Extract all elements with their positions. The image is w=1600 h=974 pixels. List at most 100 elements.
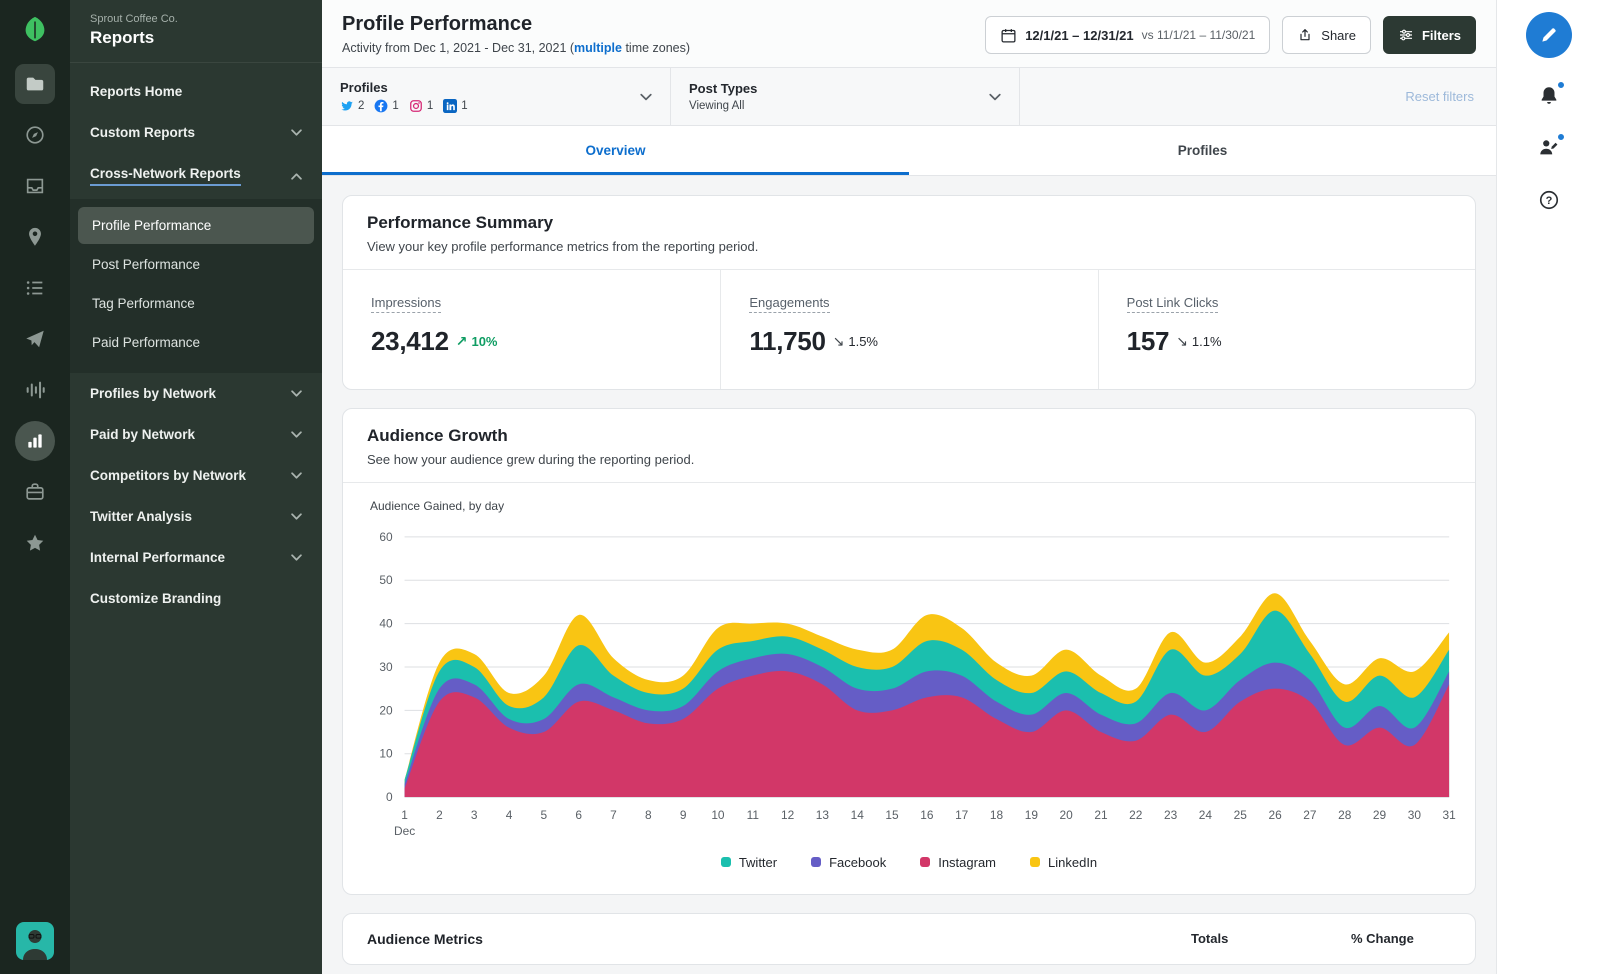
chevron-down-icon [291,513,302,520]
svg-text:50: 50 [379,573,393,587]
sidebar-item-profile-performance[interactable]: Profile Performance [78,207,314,244]
tab-profiles[interactable]: Profiles [909,126,1496,175]
metric-label[interactable]: Engagements [749,295,830,313]
filters-icon [1399,29,1412,41]
sidebar-item-profiles-by-network[interactable]: Profiles by Network [70,373,322,414]
sidebar-item-label: Custom Reports [90,125,196,140]
chevron-down-icon [291,431,302,438]
sidebar-item-customize-branding[interactable]: Customize Branding [70,578,322,619]
feedback-icon[interactable] [1535,133,1565,162]
card-description: See how your audience grew during the re… [367,452,695,467]
sidebar-item-tag-performance[interactable]: Tag Performance [78,285,314,322]
page-title: Profile Performance [342,13,533,35]
briefcase-icon[interactable] [15,472,55,512]
compass-icon[interactable] [15,115,55,155]
card-description: View your key profile performance metric… [367,239,759,254]
reset-filters-link[interactable]: Reset filters [1405,89,1474,104]
page-header: Profile Performance Activity from Dec 1,… [322,0,1496,67]
sidebar-item-reports-home[interactable]: Reports Home [70,71,322,112]
sidebar-item-cross-network-reports[interactable]: Cross-Network Reports [70,153,322,199]
legend-item-twitter[interactable]: Twitter [720,854,778,870]
pin-icon[interactable] [15,217,55,257]
instagram-icon [409,100,422,112]
metric-label[interactable]: Impressions [371,295,442,313]
folder-icon[interactable] [15,64,55,104]
paper-plane-icon[interactable] [15,319,55,359]
audience-growth-head: Audience Growth See how your audience gr… [343,409,1475,483]
audience-metrics-card: Audience Metrics Totals % Change [342,912,1476,965]
list-icon[interactable] [15,268,55,308]
help-icon[interactable]: ? [1535,186,1563,214]
notifications-bell-icon[interactable] [1535,81,1565,110]
metric-change: 10% [471,334,498,349]
sidebar-item-post-performance[interactable]: Post Performance [78,246,314,283]
column-header-totals: Totals [1191,930,1229,946]
instagram-legend-dot [920,857,931,868]
svg-text:16: 16 [920,808,934,822]
tab-overview[interactable]: Overview [322,126,909,175]
reports-bar-chart-icon[interactable] [15,421,55,461]
filters-button[interactable]: Filters [1382,16,1476,54]
twitter-icon [341,101,353,111]
calendar-icon [1001,28,1016,43]
column-header-change: % Change [1351,930,1414,946]
svg-text:2: 2 [436,808,443,822]
sidebar-item-label: Paid by Network [90,427,196,442]
date-range-button[interactable]: 12/1/21 – 12/31/21 vs 11/1/21 – 11/30/21 [985,16,1271,54]
sidebar-item-paid-by-network[interactable]: Paid by Network [70,414,322,455]
company-name: Sprout Coffee Co. [90,13,178,25]
sidebar-item-competitors-by-network[interactable]: Competitors by Network [70,455,322,496]
svg-text:4: 4 [506,808,513,822]
sidebar-item-label: Internal Performance [90,550,226,565]
metric-change: 1.5% [848,334,878,349]
svg-text:13: 13 [816,808,830,822]
chevron-up-icon [291,172,302,180]
legend-label: Twitter [738,854,778,870]
instagram-count: 1 [409,99,433,113]
notification-dot [1556,81,1565,89]
metric-delta: ↘ 1.1% [1176,333,1221,350]
svg-text:17: 17 [955,808,969,822]
card-title: Audience Metrics [367,930,483,947]
sidebar-item-twitter-analysis[interactable]: Twitter Analysis [70,496,322,537]
audience-growth-card: Audience Growth See how your audience gr… [342,408,1476,895]
svg-text:25: 25 [1234,808,1248,822]
header-actions: 12/1/21 – 12/31/21 vs 11/1/21 – 11/30/21… [985,16,1476,54]
legend-item-facebook[interactable]: Facebook [811,855,886,870]
svg-text:14: 14 [851,808,865,822]
metric-delta: ↗ 10% [456,333,498,350]
star-icon[interactable] [15,523,55,563]
post-types-filter[interactable]: Post Types Viewing All [671,68,1020,125]
svg-text:40: 40 [379,617,393,631]
listening-bars-icon[interactable] [15,370,55,410]
svg-text:8: 8 [645,808,652,822]
facebook-count: 1 [374,99,399,113]
sidebar-item-custom-reports[interactable]: Custom Reports [70,112,322,153]
facebook-legend-dot [811,857,822,868]
legend-item-linkedin[interactable]: LinkedIn [1030,855,1097,870]
user-avatar[interactable] [16,922,54,960]
share-button[interactable]: Share [1282,16,1371,54]
compose-button[interactable] [1525,12,1572,58]
app-icon-rail [0,0,70,974]
multiple-timezones-link[interactable]: multiple [574,41,622,55]
svg-text:26: 26 [1268,808,1282,822]
legend-item-instagram[interactable]: Instagram [920,855,996,870]
sprout-logo[interactable] [18,12,52,46]
metric-label[interactable]: Post Link Clicks [1126,295,1219,313]
metrics-grid: Impressions 23,412 ↗ 10% Engagements 11,7… [343,269,1475,389]
facebook-icon [374,99,388,113]
post-types-filter-content: Post Types Viewing All [689,81,757,112]
svg-text:12: 12 [781,808,795,822]
notification-dot [1556,133,1565,141]
sidebar-item-paid-performance[interactable]: Paid Performance [78,324,314,361]
audience-metrics-header-row: Audience Metrics Totals % Change [343,914,1475,964]
sidebar-item-internal-performance[interactable]: Internal Performance [70,537,322,578]
profiles-filter[interactable]: Profiles 2 1 1 1 [322,68,671,125]
inbox-icon[interactable] [15,166,55,206]
svg-text:18: 18 [990,808,1004,822]
trend-down-icon: ↘ [832,333,845,349]
svg-text:6: 6 [575,808,582,822]
svg-text:1: 1 [401,808,408,822]
audience-growth-chart[interactable]: 01020304050601 2 3 4 5 6 7 8 9 10 11 12 13 14 15 16 17 18… [343,523,1475,839]
